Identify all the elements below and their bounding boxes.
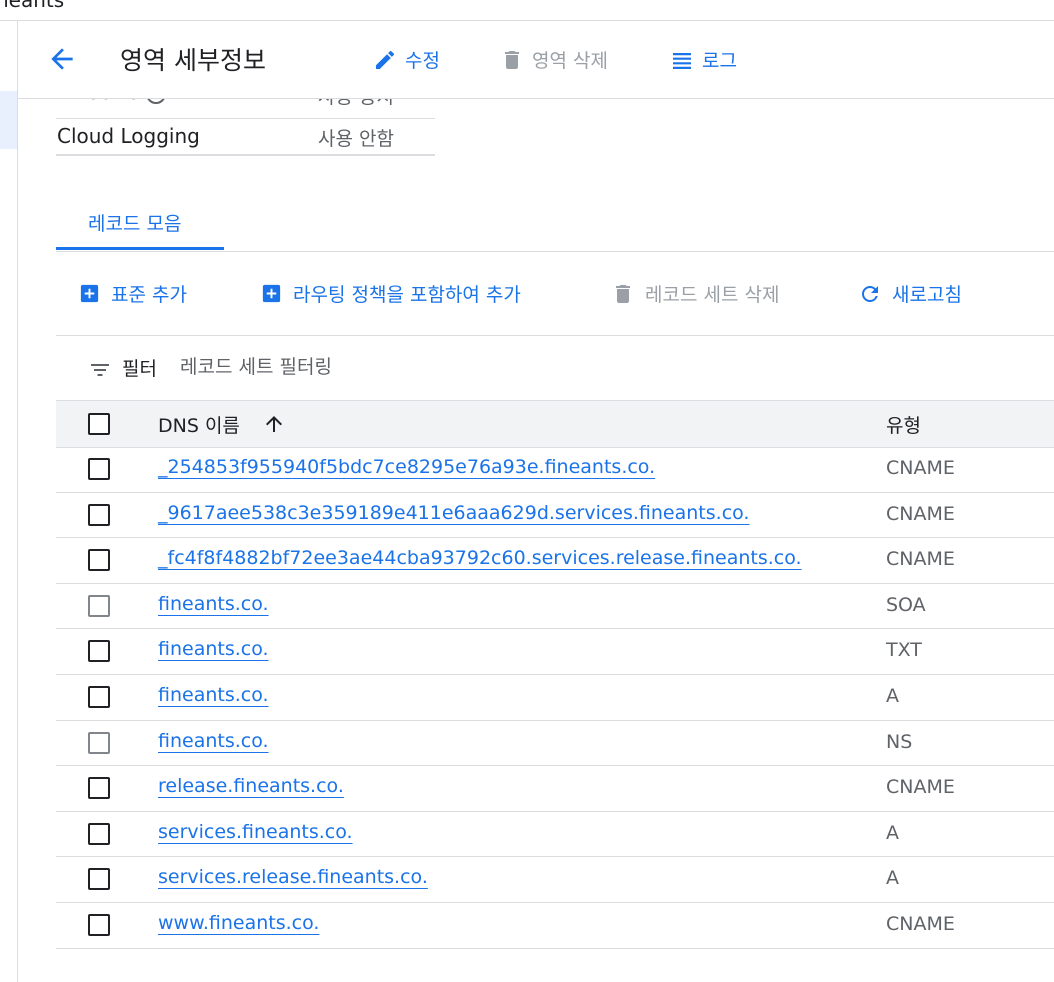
row-checkbox[interactable] xyxy=(88,458,110,480)
filter-label: 필터 xyxy=(122,358,157,380)
refresh-button[interactable]: 새로고침 xyxy=(858,280,962,307)
delete-record-sets-label: 레코드 세트 삭제 xyxy=(645,284,780,306)
toolbar-divider xyxy=(56,335,1054,336)
record-type: A xyxy=(886,867,899,890)
tab-record-sets-label: 레코드 모음 xyxy=(88,213,182,235)
logs-label: 로그 xyxy=(702,50,737,72)
tab-record-sets[interactable]: 레코드 모음 xyxy=(56,206,224,250)
filter-input[interactable] xyxy=(180,352,780,382)
table-row: fineants.co. A xyxy=(56,675,1054,721)
dns-name-link[interactable]: www.fineants.co. xyxy=(158,912,319,934)
row-checkbox[interactable] xyxy=(88,868,110,891)
record-type: TXT xyxy=(886,639,922,662)
row-checkbox[interactable] xyxy=(88,685,110,708)
left-nav-rail xyxy=(0,21,18,982)
row-checkbox[interactable] xyxy=(88,913,110,936)
delete-zone-button[interactable]: 영역 삭제 xyxy=(500,46,608,73)
window-title-fragment: neants xyxy=(0,0,65,12)
row-checkbox[interactable] xyxy=(88,503,110,526)
dns-name-link[interactable]: fineants.co. xyxy=(158,730,269,752)
record-type: CNAME xyxy=(886,548,955,571)
record-type: CNAME xyxy=(886,502,955,525)
trash-icon xyxy=(505,50,519,69)
table-row: fineants.co. SOA xyxy=(56,584,1054,630)
row-checkbox[interactable] xyxy=(88,731,110,754)
record-type: NS xyxy=(886,730,913,753)
list-lines-icon xyxy=(673,52,691,69)
dns-name-link[interactable]: fineants.co. xyxy=(158,638,269,660)
window-top-strip: neants xyxy=(0,0,1054,21)
tab-active-indicator xyxy=(56,247,224,250)
dns-name-link[interactable]: _fc4f8f4882bf72ee3ae44cba93792c60.servic… xyxy=(158,547,802,569)
dns-name-link[interactable]: fineants.co. xyxy=(158,593,269,615)
pencil-icon xyxy=(376,50,395,69)
delete-record-sets-button[interactable]: 레코드 세트 삭제 xyxy=(611,280,779,307)
column-header-dns-name[interactable]: DNS 이름 xyxy=(158,411,240,438)
row-checkbox[interactable] xyxy=(88,777,110,800)
delete-zone-label: 영역 삭제 xyxy=(532,50,608,72)
column-header-type: 유형 xyxy=(886,415,921,437)
row-checkbox[interactable] xyxy=(88,549,110,572)
dns-name-link[interactable]: fineants.co. xyxy=(158,684,269,706)
refresh-label: 새로고침 xyxy=(892,284,962,306)
logs-button[interactable]: 로그 xyxy=(670,46,737,73)
dns-name-link[interactable]: services.release.fineants.co. xyxy=(158,866,428,888)
page-title: 영역 세부정보 xyxy=(120,46,266,75)
add-standard-button[interactable]: 표준 추가 xyxy=(78,280,187,307)
record-type: A xyxy=(886,821,899,844)
filter-icon[interactable] xyxy=(88,358,112,382)
record-sets-table-body: _254853f955940f5bdc7ce8295e76a93e.finean… xyxy=(56,447,1054,949)
record-type: SOA xyxy=(886,593,926,616)
record-type: CNAME xyxy=(886,912,955,935)
tab-divider xyxy=(56,251,1054,252)
dns-name-link[interactable]: services.fineants.co. xyxy=(158,821,353,843)
edit-button[interactable]: 수정 xyxy=(373,46,440,73)
add-with-routing-policy-label: 라우팅 정책을 포함하여 추가 xyxy=(293,284,521,306)
table-row: fineants.co. TXT xyxy=(56,629,1054,675)
select-all-checkbox[interactable] xyxy=(88,413,110,435)
table-row: release.fineants.co. CNAME xyxy=(56,766,1054,812)
arrow-back-icon xyxy=(51,48,73,70)
detail-row-cloud-logging: Cloud Logging 사용 안함 xyxy=(56,118,435,156)
record-type: A xyxy=(886,684,899,707)
record-type: CNAME xyxy=(886,457,955,479)
table-row: fineants.co. NS xyxy=(56,721,1054,767)
record-type: CNAME xyxy=(886,776,955,799)
edit-label: 수정 xyxy=(405,50,440,72)
add-with-routing-policy-button[interactable]: 라우팅 정책을 포함하여 추가 xyxy=(260,280,521,307)
arrow-up-icon[interactable] xyxy=(262,412,286,436)
table-header: DNS 이름 유형 xyxy=(56,400,1054,448)
dns-name-link[interactable]: _254853f955940f5bdc7ce8295e76a93e.finean… xyxy=(158,456,655,478)
add-box-icon xyxy=(262,284,281,303)
dns-name-link[interactable]: release.fineants.co. xyxy=(158,775,344,797)
row-checkbox[interactable] xyxy=(88,822,110,845)
table-row: services.release.fineants.co. A xyxy=(56,857,1054,903)
page-header: 영역 세부정보 수정 영역 삭제 로그 xyxy=(18,21,1054,99)
refresh-icon xyxy=(862,285,878,302)
back-button[interactable] xyxy=(46,43,78,75)
table-row: _254853f955940f5bdc7ce8295e76a93e.finean… xyxy=(56,447,1054,493)
row-checkbox[interactable] xyxy=(88,594,110,617)
table-row: _fc4f8f4882bf72ee3ae44cba93792c60.servic… xyxy=(56,538,1054,584)
trash-icon xyxy=(616,284,630,303)
left-nav-selected-item[interactable] xyxy=(0,91,17,149)
detail-value: 사용 안함 xyxy=(318,128,394,150)
add-standard-label: 표준 추가 xyxy=(111,284,187,306)
table-row: services.fineants.co. A xyxy=(56,812,1054,858)
table-row: _9617aee538c3e359189e411e6aaa629d.servic… xyxy=(56,493,1054,539)
dns-name-link[interactable]: _9617aee538c3e359189e411e6aaa629d.servic… xyxy=(158,502,749,524)
add-box-icon xyxy=(80,284,99,303)
detail-key: Cloud Logging xyxy=(57,124,200,148)
row-checkbox[interactable] xyxy=(88,640,110,663)
table-row: www.fineants.co. CNAME xyxy=(56,903,1054,949)
